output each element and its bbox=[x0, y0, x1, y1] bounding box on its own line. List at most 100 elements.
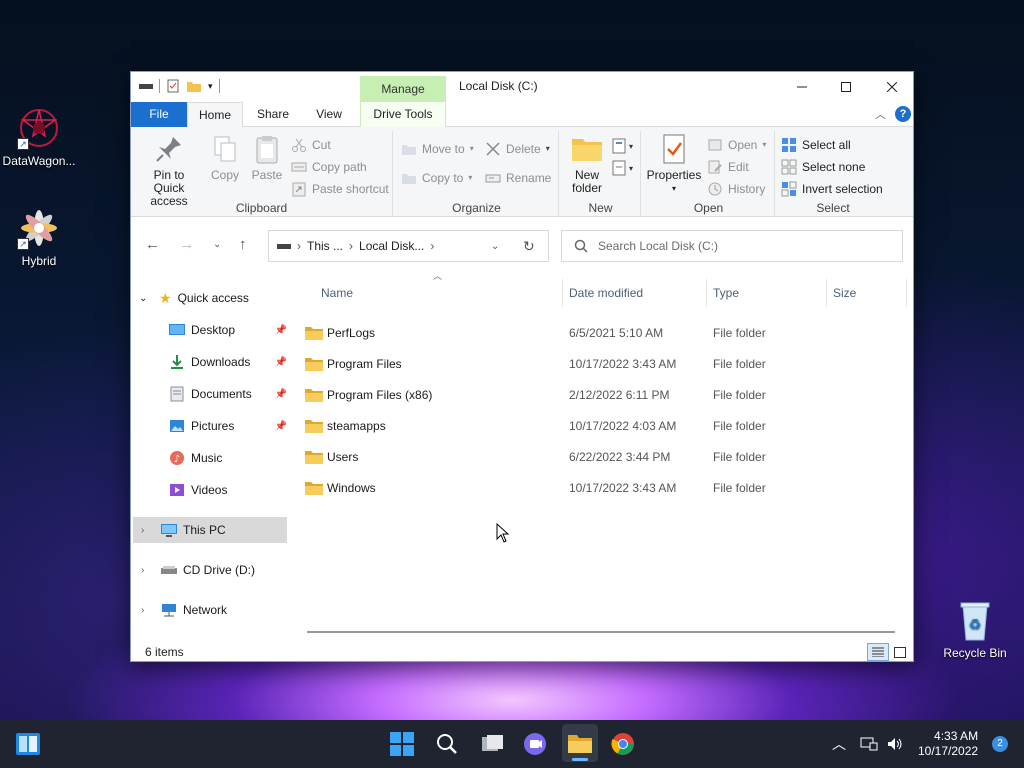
chevron-down-icon[interactable]: ⌄ bbox=[139, 293, 153, 304]
desktop-icon-datawagon[interactable]: ↗ DataWagon... bbox=[0, 106, 78, 168]
select-none-button[interactable]: Select none bbox=[781, 157, 865, 177]
maximize-icon bbox=[841, 82, 851, 92]
horizontal-scrollbar[interactable] bbox=[307, 631, 895, 633]
nav-item-this-pc[interactable]: › This PC bbox=[133, 517, 287, 543]
paste-shortcut-button[interactable]: Paste shortcut bbox=[291, 179, 389, 199]
tab-drive-tools[interactable]: Drive Tools bbox=[360, 102, 446, 127]
nav-item-pictures[interactable]: Pictures 📌 bbox=[169, 413, 287, 439]
chevron-up-icon[interactable]: ︿ bbox=[832, 734, 846, 754]
select-all-label: Select all bbox=[802, 138, 851, 152]
svg-text:▾: ▾ bbox=[629, 142, 633, 151]
search-box[interactable]: Search Local Disk (C:) bbox=[561, 230, 903, 262]
desktop-icon-recycle-bin[interactable]: ♻ Recycle Bin bbox=[936, 598, 1014, 660]
column-header-size[interactable]: Size bbox=[827, 279, 907, 307]
edit-button[interactable]: Edit bbox=[707, 157, 749, 177]
move-to-button[interactable]: Move to ▾ bbox=[401, 139, 474, 159]
refresh-icon[interactable]: ↻ bbox=[523, 238, 535, 255]
nav-item-cd-drive[interactable]: › CD Drive (D:) bbox=[141, 557, 255, 583]
file-row[interactable]: PerfLogs 6/5/2021 5:10 AM File folder bbox=[305, 317, 901, 348]
file-row[interactable]: steamapps 10/17/2022 4:03 AM File folder bbox=[305, 410, 901, 441]
copy-to-button[interactable]: Copy to ▾ bbox=[401, 168, 472, 188]
delete-button[interactable]: Delete ▾ bbox=[485, 139, 550, 159]
large-icons-view-button[interactable] bbox=[891, 643, 909, 661]
nav-item-network[interactable]: › Network bbox=[141, 597, 227, 623]
address-bar[interactable]: › This ... › Local Disk... › ⌄ ↻ bbox=[268, 230, 549, 262]
nav-label: Documents bbox=[191, 387, 252, 401]
breadcrumb-local-disk[interactable]: Local Disk... bbox=[359, 239, 424, 253]
cut-button[interactable]: Cut bbox=[291, 135, 331, 155]
new-folder-qat-icon[interactable] bbox=[186, 79, 202, 93]
back-button[interactable]: ← bbox=[145, 236, 160, 253]
properties-button[interactable]: Properties ▾ bbox=[645, 133, 703, 195]
search-taskbar-button[interactable] bbox=[433, 730, 461, 758]
volume-icon[interactable] bbox=[886, 736, 904, 752]
help-icon[interactable]: ? bbox=[895, 106, 911, 122]
widgets-button[interactable] bbox=[14, 730, 42, 758]
new-folder-button[interactable]: New folder bbox=[565, 133, 609, 195]
select-all-button[interactable]: Select all bbox=[781, 135, 851, 155]
details-view-icon bbox=[872, 647, 884, 657]
title-bar[interactable]: ▾ Manage Local Disk (C:) bbox=[131, 72, 913, 102]
history-button[interactable]: History bbox=[707, 179, 765, 199]
history-label: History bbox=[728, 182, 766, 196]
file-row[interactable]: Program Files (x86) 2/12/2022 6:11 PM Fi… bbox=[305, 379, 901, 410]
collapse-ribbon-icon[interactable]: ︿ bbox=[875, 106, 886, 122]
invert-selection-button[interactable]: Invert selection bbox=[781, 179, 883, 199]
search-input[interactable]: Search Local Disk (C:) bbox=[598, 239, 718, 253]
address-dropdown-icon[interactable]: ⌄ bbox=[491, 241, 499, 252]
notification-badge[interactable]: 2 bbox=[992, 736, 1009, 752]
easy-access-button[interactable]: ▾ bbox=[611, 159, 635, 180]
tab-file[interactable]: File bbox=[131, 102, 187, 127]
desktop-icon-hybrid[interactable]: ↗ Hybrid bbox=[0, 206, 78, 268]
rename-button[interactable]: Rename bbox=[485, 168, 551, 188]
breadcrumb-this-pc[interactable]: This ... bbox=[307, 239, 343, 253]
new-item-icon: ▾ bbox=[612, 138, 633, 154]
tab-home[interactable]: Home bbox=[187, 102, 243, 128]
paste-button[interactable]: Paste bbox=[247, 133, 287, 182]
chevron-right-icon[interactable]: › bbox=[141, 525, 155, 536]
file-type: File folder bbox=[713, 356, 766, 371]
file-row[interactable]: Users 6/22/2022 3:44 PM File folder bbox=[305, 441, 901, 472]
clock[interactable]: 4:33 AM 10/17/2022 bbox=[918, 729, 978, 759]
nav-item-documents[interactable]: Documents 📌 bbox=[169, 381, 287, 407]
file-row[interactable]: Program Files 10/17/2022 3:43 AM File fo… bbox=[305, 348, 901, 379]
tab-view[interactable]: View bbox=[303, 102, 355, 127]
chevron-right-icon[interactable]: › bbox=[141, 605, 155, 616]
pin-to-quick-access-button[interactable]: Pin to Quick access bbox=[137, 133, 201, 208]
task-view-button[interactable] bbox=[478, 730, 506, 758]
properties-qat-icon[interactable] bbox=[166, 79, 180, 93]
minimize-button[interactable] bbox=[779, 72, 825, 102]
teams-chat-button[interactable] bbox=[521, 730, 549, 758]
chrome-button[interactable] bbox=[609, 730, 637, 758]
nav-item-downloads[interactable]: Downloads 📌 bbox=[169, 349, 287, 375]
qat-dropdown-icon[interactable]: ▾ bbox=[208, 81, 213, 92]
file-explorer-taskbar-button[interactable] bbox=[562, 724, 598, 762]
open-button[interactable]: Open ▾ bbox=[707, 135, 766, 155]
new-item-button[interactable]: ▾ bbox=[611, 137, 635, 158]
forward-button[interactable]: → bbox=[179, 236, 194, 253]
column-header-date[interactable]: Date modified bbox=[563, 279, 707, 307]
network-status-icon[interactable] bbox=[860, 736, 878, 752]
copy-button[interactable]: Copy bbox=[205, 133, 245, 182]
column-header-name[interactable]: Name bbox=[315, 279, 563, 307]
nav-item-music[interactable]: ♪ Music bbox=[169, 445, 222, 471]
minimize-icon bbox=[797, 86, 807, 88]
close-button[interactable] bbox=[869, 72, 915, 102]
start-button[interactable] bbox=[388, 730, 416, 758]
copy-path-button[interactable]: Copy path bbox=[291, 157, 367, 177]
recent-locations-button[interactable]: ⌄ bbox=[213, 239, 221, 250]
nav-item-desktop[interactable]: Desktop 📌 bbox=[169, 317, 287, 343]
maximize-button[interactable] bbox=[823, 72, 869, 102]
edit-icon bbox=[708, 160, 722, 174]
tab-manage[interactable]: Manage bbox=[360, 76, 446, 102]
chevron-right-icon[interactable]: › bbox=[141, 565, 155, 576]
column-header-type[interactable]: Type bbox=[707, 279, 827, 307]
file-explorer-window[interactable]: ▾ Manage Local Disk (C:) File Home Share… bbox=[130, 71, 914, 662]
nav-item-quick-access[interactable]: ⌄ ★ Quick access bbox=[139, 285, 249, 311]
tab-share[interactable]: Share bbox=[247, 102, 299, 127]
details-view-button[interactable] bbox=[867, 643, 889, 661]
nav-item-videos[interactable]: Videos bbox=[169, 477, 227, 503]
file-row[interactable]: Windows 10/17/2022 3:43 AM File folder bbox=[305, 472, 901, 503]
up-button[interactable]: ↑ bbox=[239, 236, 247, 253]
copy-icon bbox=[209, 133, 241, 165]
